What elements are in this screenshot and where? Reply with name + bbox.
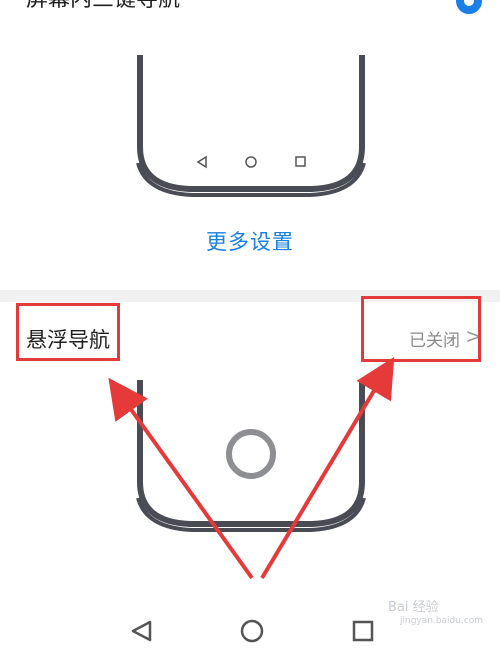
recent-square-icon[interactable]	[352, 620, 374, 642]
phone-mockup-three-key	[136, 55, 366, 197]
annotation-box-label	[16, 303, 120, 361]
baidu-watermark-url: jingyan.baidu.com	[400, 616, 484, 626]
more-settings-link[interactable]: 更多设置	[0, 226, 500, 256]
mini-back-icon	[196, 155, 207, 169]
baidu-watermark: Bai 经验	[388, 600, 439, 615]
phone-mockup-floating	[136, 380, 366, 532]
mini-recent-icon	[295, 156, 306, 167]
floating-ball-icon	[226, 429, 276, 479]
option-title-three-key-nav: 屏幕内三键导航	[26, 0, 180, 14]
mini-home-icon	[245, 156, 257, 168]
annotation-box-status	[361, 296, 481, 362]
radio-selected-icon[interactable]	[456, 0, 482, 14]
home-circle-icon[interactable]	[240, 619, 264, 643]
back-triangle-icon[interactable]	[131, 620, 152, 642]
